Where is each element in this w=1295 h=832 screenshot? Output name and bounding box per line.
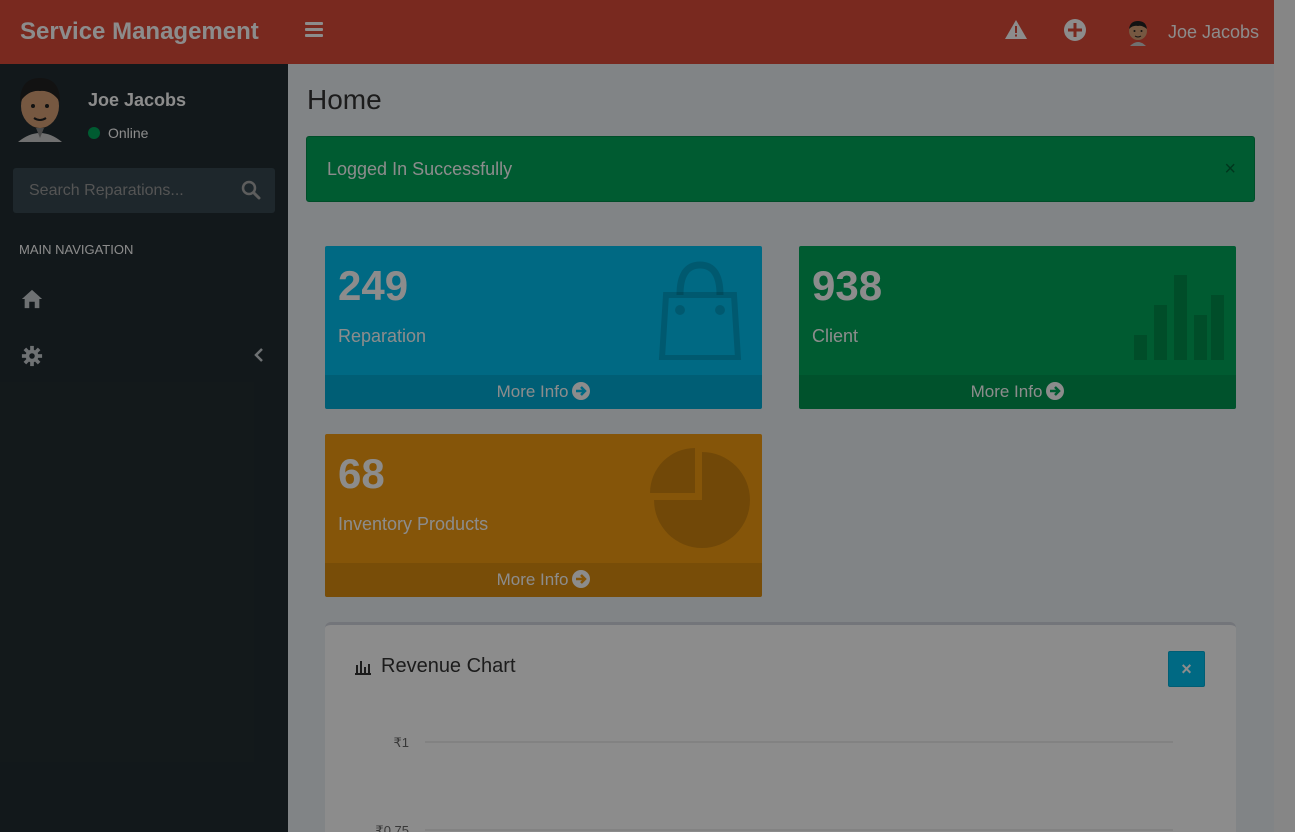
success-alert: Logged In Successfully × <box>306 136 1255 202</box>
pie-chart-icon <box>650 448 750 548</box>
more-info-label: More Info <box>496 382 569 401</box>
stat-box-inventory: 68 Inventory Products More Info <box>325 434 762 597</box>
stat-box-client: 938 Client More Info <box>799 246 1236 409</box>
page-title: Home <box>307 84 382 115</box>
main-content: Home Logged In Successfully × 249 Repara… <box>288 64 1274 832</box>
more-info-label: More Info <box>970 382 1043 401</box>
revenue-chart-box: Revenue Chart × ₹1 ₹0.75 <box>325 622 1236 832</box>
stat-value: 249 <box>338 262 409 309</box>
arrow-circle-right-icon <box>1046 382 1065 400</box>
main-navigation-header: MAIN NAVIGATION <box>19 242 134 257</box>
arrow-circle-right-icon <box>572 570 591 588</box>
chevron-left-icon[interactable] <box>252 348 266 362</box>
scrollbar-track[interactable] <box>1274 0 1295 832</box>
search-icon[interactable] <box>241 180 261 200</box>
search-input[interactable] <box>13 168 233 213</box>
sidebar-search <box>13 168 275 213</box>
more-info-link[interactable]: More Info <box>799 375 1236 409</box>
avatar <box>1129 21 1147 46</box>
sidebar-user-name: Joe Jacobs <box>88 90 187 110</box>
stat-value: 938 <box>812 262 883 309</box>
online-status-dot-icon <box>88 127 100 139</box>
stat-label: Reparation <box>338 326 427 346</box>
bar-chart-icon <box>1134 275 1224 360</box>
stat-value: 68 <box>338 450 385 497</box>
y-tick-label: ₹0.75 <box>375 823 409 832</box>
y-tick-label: ₹1 <box>393 735 409 750</box>
close-icon[interactable]: × <box>1224 137 1236 201</box>
gear-icon <box>21 345 43 367</box>
alert-message: Logged In Successfully <box>327 159 513 179</box>
sidebar-item-settings[interactable] <box>0 333 288 381</box>
avatar <box>18 78 62 142</box>
arrow-circle-right-icon <box>572 382 591 400</box>
user-panel: Joe Jacobs Online <box>14 76 274 146</box>
revenue-chart: ₹1 ₹0.75 <box>375 735 1173 832</box>
stat-label: Client <box>812 326 859 346</box>
sidebar: Joe Jacobs Online MAIN NAVIGATION <box>0 64 288 832</box>
add-circle-icon[interactable] <box>1063 18 1087 42</box>
user-status: Online <box>88 125 148 141</box>
more-info-link[interactable]: More Info <box>325 563 762 597</box>
sidebar-toggle-icon[interactable] <box>305 22 323 40</box>
stat-label: Inventory Products <box>338 514 489 534</box>
warning-icon[interactable] <box>1004 18 1028 42</box>
home-icon <box>21 289 43 309</box>
brand-logo[interactable]: Service Management <box>0 0 288 64</box>
more-info-label: More Info <box>496 570 569 589</box>
shopping-bag-icon <box>658 261 742 360</box>
header-user-name: Joe Jacobs <box>1168 21 1260 42</box>
stat-box-reparation: 249 Reparation More Info <box>325 246 762 409</box>
more-info-link[interactable]: More Info <box>325 375 762 409</box>
sidebar-item-home[interactable] <box>0 276 288 324</box>
header-user-menu[interactable]: Joe Jacobs <box>1124 14 1259 50</box>
top-header: Service Management Joe Jacobs <box>0 0 1274 64</box>
user-status-label: Online <box>108 125 149 141</box>
